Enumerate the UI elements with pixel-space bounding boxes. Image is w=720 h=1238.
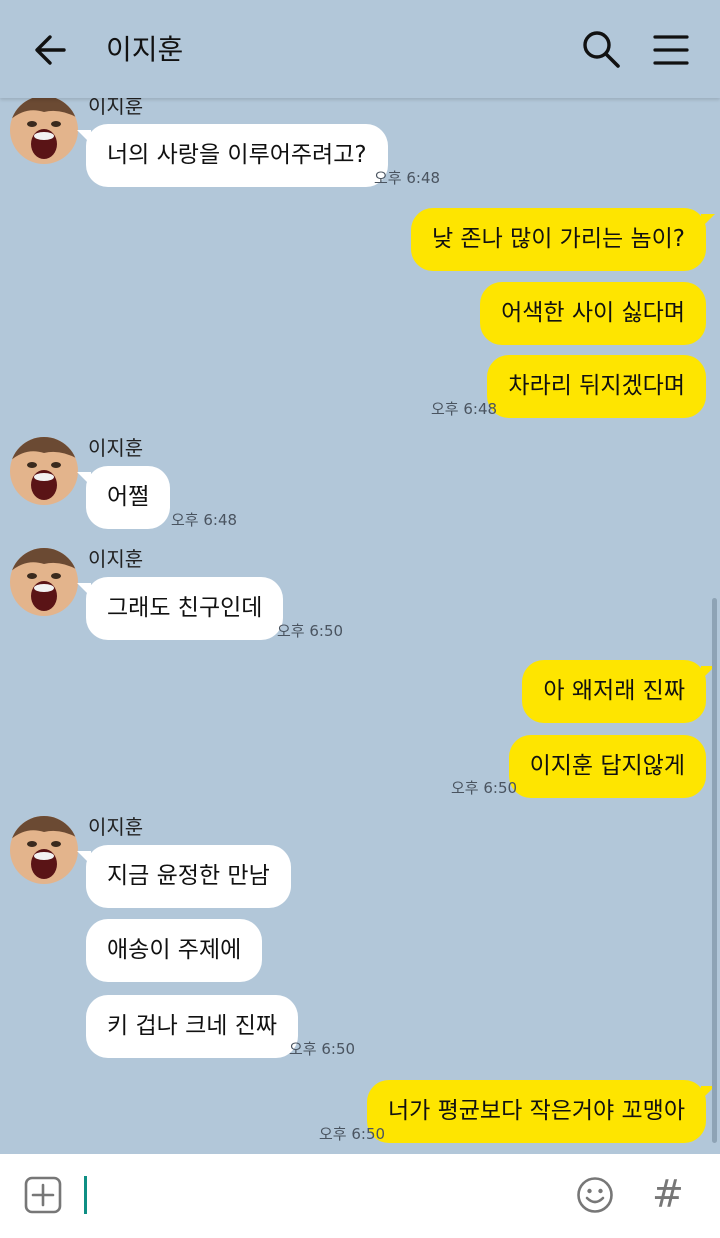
- emoji-icon[interactable]: [576, 1176, 614, 1214]
- plus-square-icon[interactable]: [24, 1176, 62, 1214]
- sender-name: 이지훈: [88, 436, 144, 460]
- message-bubble[interactable]: 애송이 주제에: [86, 919, 263, 982]
- message-time: 오후 6:50: [451, 779, 518, 797]
- message-time: 오후 6:48: [431, 400, 498, 418]
- message-bubble[interactable]: 이지훈 답지않게: [508, 735, 706, 798]
- message-bubble[interactable]: 차라리 뒤지겠다며: [487, 355, 706, 418]
- message-bubble[interactable]: 어쩔: [76, 466, 171, 529]
- message-time: 오후 6:50: [319, 1125, 386, 1143]
- chat-message-list[interactable]: 이지훈 너의 사랑을 이루어주려고? 오후 6:48 낮 존나 많이 가리는 놈…: [0, 98, 720, 1154]
- chat-title: 이지훈: [106, 33, 184, 66]
- hamburger-menu-icon[interactable]: [652, 32, 690, 68]
- message-input-bar: #: [0, 1154, 720, 1238]
- message-bubble[interactable]: 어색한 사이 싫다며: [480, 282, 706, 345]
- chat-header: 이지훈: [0, 0, 720, 98]
- message-time: 오후 6:50: [289, 1040, 356, 1058]
- message-time: 오후 6:50: [277, 622, 344, 640]
- message-bubble[interactable]: 그래도 친구인데: [76, 577, 284, 640]
- message-time: 오후 6:48: [171, 511, 238, 529]
- avatar[interactable]: [10, 816, 78, 884]
- arrow-left-icon[interactable]: [30, 30, 70, 70]
- message-bubble[interactable]: 아 왜저래 진짜: [522, 660, 715, 723]
- message-bubble[interactable]: 너가 평균보다 작은거야 꼬맹아: [366, 1080, 716, 1143]
- sender-name: 이지훈: [88, 815, 144, 839]
- message-bubble[interactable]: 낮 존나 많이 가리는 놈이?: [410, 208, 716, 271]
- avatar[interactable]: [10, 437, 78, 505]
- avatar-face-icon: [10, 548, 78, 616]
- message-bubble[interactable]: 너의 사랑을 이루어주려고?: [77, 124, 388, 187]
- avatar-face-icon: [10, 816, 78, 884]
- search-icon[interactable]: [580, 28, 622, 70]
- sender-name: 이지훈: [88, 98, 144, 118]
- message-bubble[interactable]: 키 겁나 크네 진짜: [86, 995, 299, 1058]
- avatar[interactable]: [10, 548, 78, 616]
- sender-name: 이지훈: [88, 547, 144, 571]
- avatar-face-icon: [10, 98, 78, 164]
- message-bubble[interactable]: 지금 윤정한 만남: [77, 845, 291, 908]
- message-input-cursor[interactable]: [84, 1176, 87, 1214]
- avatar-face-icon: [10, 437, 78, 505]
- scrollbar[interactable]: [712, 598, 717, 1143]
- message-time: 오후 6:48: [374, 169, 441, 187]
- avatar[interactable]: [10, 98, 78, 164]
- hashtag-search-button[interactable]: #: [652, 1172, 684, 1216]
